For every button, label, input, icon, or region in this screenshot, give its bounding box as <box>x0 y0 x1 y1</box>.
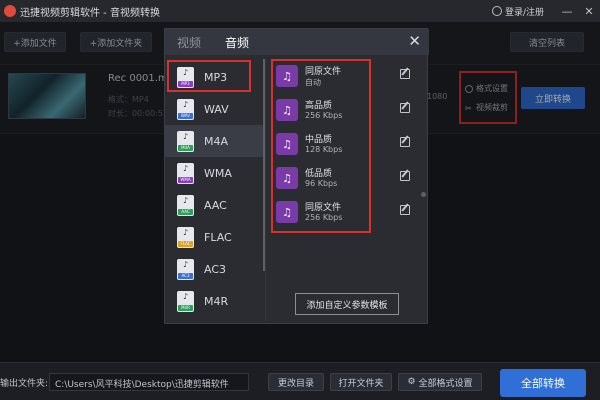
dialog-header: 视频 音频 ✕ <box>165 29 429 55</box>
format-tag: AAC <box>178 208 193 215</box>
audio-file-icon: ♪ AC3 <box>177 258 194 280</box>
selected-format-highlight <box>167 60 251 92</box>
bottom-bar: 输出文件夹: C:\Users\风平科技\Desktop\迅捷剪辑软件 更改目录… <box>0 362 600 400</box>
quality-item[interactable]: ♫ 同原文件 自动 <box>276 63 410 93</box>
quality-item[interactable]: ♫ 低品质 96 Kbps <box>276 165 410 195</box>
format-item-m4r[interactable]: ♪ M4R M4R <box>165 285 263 317</box>
music-note-icon: ♪ <box>182 195 189 205</box>
quality-bitrate: 128 Kbps <box>305 145 343 154</box>
music-note-icon: ♫ <box>276 167 298 189</box>
edit-icon[interactable] <box>400 171 410 181</box>
format-item-flac[interactable]: ♪ FLAC FLAC <box>165 221 263 253</box>
all-format-settings-label: 全部格式设置 <box>418 378 473 389</box>
user-icon[interactable] <box>491 6 502 16</box>
edit-icon[interactable] <box>400 205 410 215</box>
music-note-icon: ♫ <box>276 201 298 223</box>
format-label: WAV <box>204 102 229 116</box>
quality-name: 低品质 <box>305 169 333 179</box>
quality-name: 高品质 <box>305 101 333 111</box>
gear-icon: ⚙ <box>407 377 416 387</box>
close-window-button[interactable]: ✕ <box>578 5 600 18</box>
audio-file-icon: ♪ WMA <box>177 162 194 184</box>
audio-file-icon: ♪ AAC <box>177 194 194 216</box>
format-label: AC3 <box>204 262 227 276</box>
format-tag: WAV <box>178 112 193 119</box>
audio-file-icon: ♪ WAV <box>177 98 194 120</box>
close-icon[interactable]: ✕ <box>408 32 421 50</box>
add-custom-template-button[interactable]: 添加自定义参数模板 <box>295 293 399 315</box>
music-note-icon: ♪ <box>182 163 189 173</box>
tab-audio[interactable]: 音频 <box>225 34 249 51</box>
format-tag: M4A <box>178 144 193 151</box>
login-link[interactable]: 登录/注册 <box>505 5 544 18</box>
quality-scroll-indicator[interactable] <box>421 192 426 197</box>
music-note-icon: ♪ <box>182 131 189 141</box>
format-item-ac3[interactable]: ♪ AC3 AC3 <box>165 253 263 285</box>
title-right: 登录/注册 — ✕ <box>491 0 600 22</box>
quality-bitrate: 自动 <box>305 78 321 87</box>
format-item-wma[interactable]: ♪ WMA WMA <box>165 157 263 189</box>
music-note-icon: ♫ <box>276 65 298 87</box>
output-path-field[interactable]: C:\Users\风平科技\Desktop\迅捷剪辑软件 <box>49 373 249 391</box>
all-format-settings-button[interactable]: ⚙ 全部格式设置 <box>398 373 482 391</box>
quality-item[interactable]: ♫ 高品质 256 Kbps <box>276 97 410 127</box>
output-folder-label: 输出文件夹: <box>0 379 49 389</box>
audio-file-icon: ♪ M4A <box>177 130 194 152</box>
tab-video[interactable]: 视频 <box>177 34 201 51</box>
quality-name: 中品质 <box>305 135 333 145</box>
app-title: 迅捷视频剪辑软件 - 音视频转换 <box>20 7 160 19</box>
format-label: WMA <box>204 166 232 180</box>
audio-file-icon: ♪ FLAC <box>177 226 194 248</box>
minimize-button[interactable]: — <box>556 5 578 18</box>
edit-icon[interactable] <box>400 137 410 147</box>
format-tag: FLAC <box>178 240 193 247</box>
convert-all-button[interactable]: 全部转换 <box>500 369 586 397</box>
format-label: AAC <box>204 198 227 212</box>
music-note-icon: ♪ <box>182 259 189 269</box>
quality-bitrate: 256 Kbps <box>305 111 343 120</box>
format-label: M4R <box>204 294 229 308</box>
music-note-icon: ♫ <box>276 133 298 155</box>
format-label: M4A <box>204 134 229 148</box>
edit-icon[interactable] <box>400 69 410 79</box>
music-note-icon: ♪ <box>182 291 189 301</box>
quality-name: 同原文件 <box>305 67 342 77</box>
format-item-m4a[interactable]: ♪ M4A M4A <box>165 125 263 157</box>
app-logo-icon <box>4 5 16 17</box>
format-tag: WMA <box>178 176 193 183</box>
quality-name: 同原文件 <box>305 203 342 213</box>
open-folder-button[interactable]: 打开文件夹 <box>330 373 392 391</box>
format-list: ♪ MP3 MP3 ♪ WAV WAV ♪ M4A M4A ♪ WMA WMA ♪ AAC AAC ♪ FLAC… <box>165 59 263 321</box>
music-note-icon: ♪ <box>182 99 189 109</box>
quality-bitrate: 96 Kbps <box>305 179 338 188</box>
format-label: FLAC <box>204 230 232 244</box>
title-bar: 迅捷视频剪辑软件 - 音视频转换 登录/注册 — ✕ <box>0 0 600 22</box>
format-tag: AC3 <box>178 272 193 279</box>
music-note-icon: ♪ <box>182 227 189 237</box>
quality-item[interactable]: ♫ 同原文件 256 Kbps <box>276 199 410 229</box>
edit-icon[interactable] <box>400 103 410 113</box>
music-note-icon: ♫ <box>276 99 298 121</box>
quality-bitrate: 256 Kbps <box>305 213 343 222</box>
change-directory-button[interactable]: 更改目录 <box>268 373 324 391</box>
audio-file-icon: ♪ M4R <box>177 290 194 312</box>
format-item-wav[interactable]: ♪ WAV WAV <box>165 93 263 125</box>
format-item-aac[interactable]: ♪ AAC AAC <box>165 189 263 221</box>
dialog-divider <box>265 59 266 321</box>
format-tag: M4R <box>178 304 193 311</box>
quality-item[interactable]: ♫ 中品质 128 Kbps <box>276 131 410 161</box>
format-dialog: 视频 音频 ✕ ♪ MP3 MP3 ♪ WAV WAV ♪ M4A M4A ♪ WMA WMA ♪ AAC… <box>164 28 429 324</box>
